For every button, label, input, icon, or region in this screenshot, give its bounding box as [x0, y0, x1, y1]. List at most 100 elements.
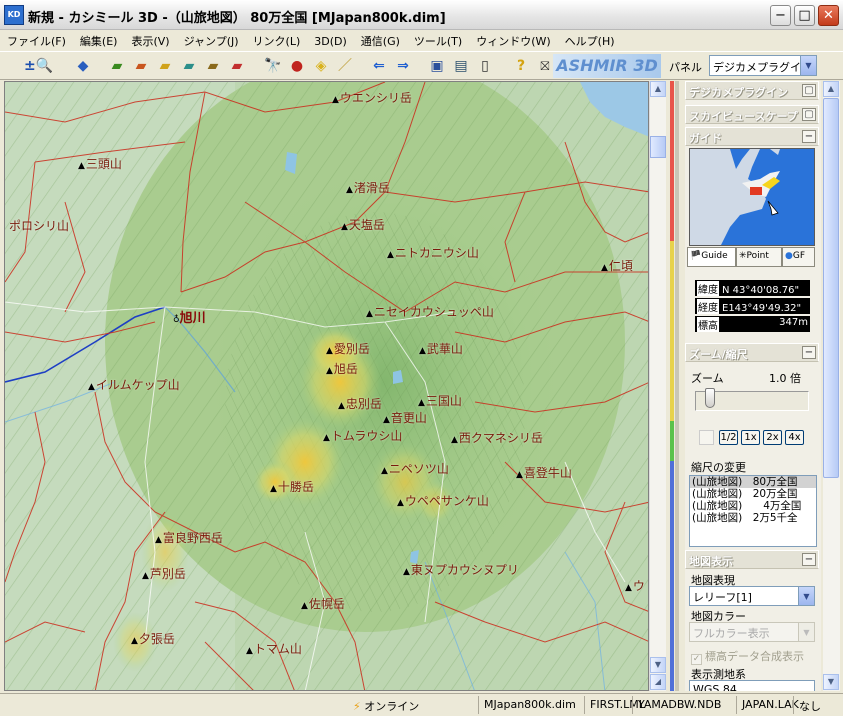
- tab-point[interactable]: ✳Point: [736, 247, 782, 267]
- peak-label[interactable]: ▲喜登牛山: [516, 464, 572, 481]
- ruler-icon[interactable]: ／: [334, 56, 356, 76]
- marker-icon[interactable]: ●: [286, 56, 308, 76]
- zoom-4x-button[interactable]: 4x: [785, 430, 804, 445]
- peak-label[interactable]: ▲トマム山: [246, 640, 302, 657]
- elevation-composite-checkbox[interactable]: ✓ 標高データ合成表示: [691, 648, 804, 665]
- peak-label[interactable]: ▲忠別岳: [338, 395, 382, 412]
- expand-icon[interactable]: ▢: [802, 84, 816, 97]
- binoculars-icon[interactable]: 🔭: [262, 56, 284, 76]
- gps-device-icon[interactable]: ▯: [474, 56, 496, 76]
- section-digicam[interactable]: デジカメプラグイン ▢: [685, 81, 819, 100]
- menu-3d[interactable]: 3D(D): [307, 32, 354, 52]
- map-view[interactable]: ♁旭川 ▲ウエンシリ岳 ▲三頭山 ▲渚滑岳 ポロシリ山 ▲天塩岳 ▲ニトカニウシ…: [4, 81, 649, 691]
- menu-tools[interactable]: ツール(T): [407, 30, 469, 50]
- layer-icon[interactable]: ◆: [72, 56, 94, 76]
- menu-window[interactable]: ウィンドウ(W): [469, 30, 557, 50]
- peak-label[interactable]: ポロシリ山: [9, 217, 69, 234]
- scroll-down-icon[interactable]: ▼: [650, 657, 666, 673]
- section-map-display[interactable]: 地図表示 −: [685, 550, 819, 569]
- guide-overview-map[interactable]: [689, 148, 815, 246]
- panel-splitter[interactable]: [675, 81, 679, 691]
- peak-label[interactable]: ▲ニペソツ山: [381, 460, 449, 477]
- section-guide[interactable]: ガイド −: [685, 127, 819, 146]
- expand-icon[interactable]: ▢: [802, 108, 816, 121]
- peak-label[interactable]: ▲佐幌岳: [301, 595, 345, 612]
- tab-guide[interactable]: 🏴Guide: [687, 247, 736, 267]
- minimize-button[interactable]: −: [770, 5, 791, 26]
- peak-label[interactable]: ▲ウエンシリ岳: [332, 89, 412, 106]
- map-layer-green-icon[interactable]: ▰: [106, 56, 128, 76]
- peak-label[interactable]: ▲音更山: [383, 409, 427, 426]
- map-layer-teal-icon[interactable]: ▰: [178, 56, 200, 76]
- panel-select[interactable]: デジカメプラグイ ▼: [709, 55, 817, 76]
- peak-label[interactable]: ▲ウ: [625, 577, 645, 594]
- peak-label[interactable]: ▲渚滑岳: [346, 179, 390, 196]
- collapse-icon[interactable]: −: [802, 130, 816, 143]
- city-asahikawa[interactable]: ♁旭川: [173, 307, 206, 326]
- peak-label[interactable]: ▲富良野西岳: [155, 529, 223, 546]
- scroll-down-icon[interactable]: ▼: [823, 674, 839, 690]
- film-icon[interactable]: ▤: [450, 56, 472, 76]
- peak-label[interactable]: ▲愛別岳: [326, 340, 370, 357]
- zoom-blank-button[interactable]: [699, 430, 714, 445]
- menu-jump[interactable]: ジャンプ(J): [177, 30, 246, 50]
- tag-icon[interactable]: ◈: [310, 56, 332, 76]
- scroll-up-icon[interactable]: ▲: [823, 81, 839, 97]
- maximize-button[interactable]: □: [794, 5, 815, 26]
- peak-label[interactable]: ▲ウペペサンケ山: [397, 492, 489, 509]
- scroll-thumb[interactable]: [650, 136, 666, 158]
- scale-item[interactable]: (山旅地図) 4万全国: [690, 500, 816, 512]
- chevron-down-icon[interactable]: ▼: [800, 56, 816, 75]
- menu-help[interactable]: ヘルプ(H): [558, 30, 622, 50]
- help-icon[interactable]: ?: [510, 56, 532, 76]
- peak-label[interactable]: ▲ニトカニウシ山: [387, 244, 479, 261]
- peak-label[interactable]: ▲西クマネシリ岳: [451, 429, 543, 446]
- map-expression-select[interactable]: レリーフ[1] ▼: [689, 586, 815, 606]
- menu-link[interactable]: リンク(L): [246, 30, 308, 50]
- camera-icon[interactable]: ▣: [426, 56, 448, 76]
- panel-vertical-scrollbar[interactable]: ▲ ▼: [823, 81, 840, 691]
- back-arrow-icon[interactable]: ⇐: [368, 56, 390, 76]
- title-bar[interactable]: KD 新規 - カシミール 3D -（山旅地図） 80万全国 [MJapan80…: [0, 0, 843, 30]
- map-layer-orange-icon[interactable]: ▰: [130, 56, 152, 76]
- section-skyview[interactable]: スカイビュースケープ ▢: [685, 105, 819, 124]
- peak-label[interactable]: ▲ニセイカウシュッペ山: [366, 303, 494, 320]
- zoom-2x-button[interactable]: 2x: [763, 430, 782, 445]
- scroll-grip-icon[interactable]: ◢: [650, 674, 666, 690]
- peak-label[interactable]: ▲夕張岳: [131, 630, 175, 647]
- tab-gf[interactable]: ●GF: [782, 247, 815, 267]
- peak-label[interactable]: ▲三頭山: [78, 155, 122, 172]
- scale-item[interactable]: (山旅地図) 80万全国: [690, 476, 816, 488]
- peak-label[interactable]: ▲東ヌプカウシヌプリ: [403, 561, 519, 578]
- peak-label[interactable]: ▲三国山: [418, 392, 462, 409]
- map-layer-red-icon[interactable]: ▰: [226, 56, 248, 76]
- section-zoom[interactable]: ズーム/縮尺 −: [685, 343, 819, 362]
- scroll-up-icon[interactable]: ▲: [650, 81, 666, 97]
- scroll-thumb[interactable]: [823, 98, 839, 478]
- scale-item[interactable]: (山旅地図) 2万5千全: [690, 512, 816, 524]
- peak-label[interactable]: ▲天塩岳: [341, 216, 385, 233]
- close-button[interactable]: ✕: [818, 5, 839, 26]
- chevron-down-icon[interactable]: ▼: [798, 587, 814, 605]
- map-color-select[interactable]: フルカラー表示 ▼: [689, 622, 815, 642]
- scale-list[interactable]: (山旅地図) 80万全国 (山旅地図) 20万全国 (山旅地図) 4万全国 (山…: [689, 475, 817, 547]
- menu-file[interactable]: ファイル(F): [0, 30, 73, 50]
- peak-label[interactable]: ▲武華山: [419, 340, 463, 357]
- collapse-icon[interactable]: −: [802, 553, 816, 566]
- menu-view[interactable]: 表示(V): [124, 30, 176, 50]
- datum-select[interactable]: WGS 84: [689, 680, 815, 691]
- peak-label[interactable]: ▲仁頃: [601, 257, 633, 274]
- map-layer-brown-icon[interactable]: ▰: [202, 56, 224, 76]
- map-vertical-scrollbar[interactable]: ▲ ▼ ◢: [649, 81, 666, 691]
- zoom-search-icon[interactable]: ±🔍: [24, 56, 53, 76]
- peak-label[interactable]: ▲旭岳: [326, 360, 358, 377]
- peak-label[interactable]: ▲イルムケップ山: [88, 376, 180, 393]
- menu-comm[interactable]: 通信(G): [354, 30, 407, 50]
- collapse-icon[interactable]: −: [802, 346, 816, 359]
- peak-label[interactable]: ▲トムラウシ山: [323, 427, 402, 444]
- scale-item[interactable]: (山旅地図) 20万全国: [690, 488, 816, 500]
- zoom-slider-thumb[interactable]: [705, 388, 715, 408]
- map-layer-yellow-icon[interactable]: ▰: [154, 56, 176, 76]
- forward-arrow-icon[interactable]: ⇒: [392, 56, 414, 76]
- peak-label[interactable]: ▲十勝岳: [270, 478, 314, 495]
